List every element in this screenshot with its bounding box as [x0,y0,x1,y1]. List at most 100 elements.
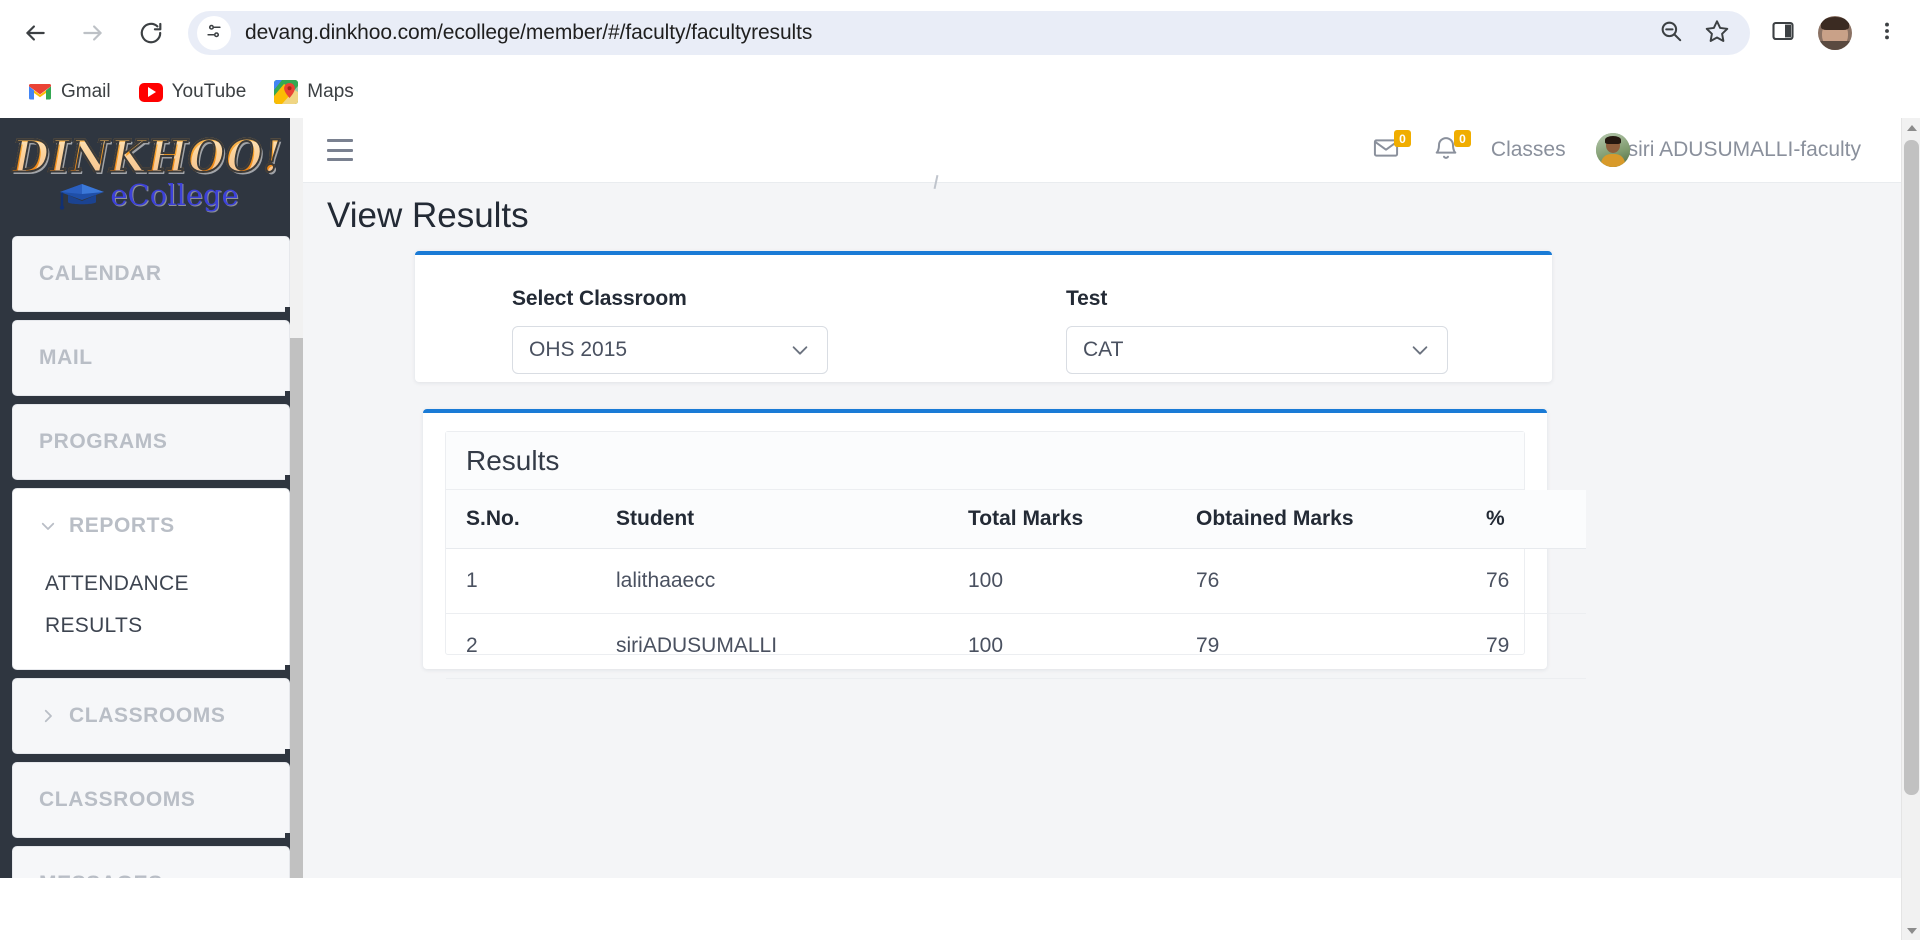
sidebar-item-attendance[interactable]: ATTENDANCE [39,563,289,605]
filter-card: Select Classroom OHS 2015 Test CAT [415,251,1552,382]
results-table: S.No. Student Total Marks Obtained Marks… [446,490,1586,679]
omnibox-actions [1656,11,1744,55]
sidebar-item-label: CLASSROOMS [39,788,196,811]
column-header-total[interactable]: Total Marks [948,490,1176,549]
app-logo[interactable]: DINKHOO! eCollege [0,130,295,226]
chevron-down-icon [39,517,57,535]
sidebar-item-label: CLASSROOMS [69,704,226,727]
chevron-right-icon [39,707,57,725]
zoom-out-icon [1658,18,1684,49]
sidebar-item-label: PROGRAMS [39,430,168,453]
google-maps-icon [274,80,299,104]
reload-button[interactable] [128,10,174,56]
profile-button[interactable] [1814,12,1856,54]
sidebar-item-messages[interactable]: MESSAGES [12,846,290,878]
reload-icon [138,20,164,46]
table-body: 1 lalithaaecc 100 76 76 2 siriADUSUMALLI… [446,548,1586,679]
classroom-select-value: OHS 2015 [529,338,628,361]
cell-student: lalithaaecc [596,548,948,614]
scroll-down-button[interactable] [1902,921,1920,940]
chrome-right-actions [1762,12,1920,54]
test-select[interactable]: CAT [1066,326,1448,374]
sidebar-scrollbar-thumb[interactable] [290,338,303,878]
sidebar-item-results[interactable]: RESULTS [39,605,289,647]
cell-total: 100 [948,548,1176,614]
sidebar-item-calendar[interactable]: CALENDAR [12,236,299,316]
browser-chrome: devang.dinkhoo.com/ecollege/member/#/fac… [0,0,1920,118]
chevron-down-icon [1906,927,1917,934]
sidebar-item-label: MAIL [39,346,93,369]
table-row[interactable]: 1 lalithaaecc 100 76 76 [446,548,1586,614]
column-header-obtained[interactable]: Obtained Marks [1176,490,1466,549]
bookmark-youtube[interactable]: YouTube [129,74,257,110]
notification-count-badge: 0 [1453,130,1471,147]
cell-percent: 76 [1466,548,1586,614]
chevron-down-icon [1409,339,1431,361]
browser-menu-button[interactable] [1866,12,1908,54]
page-scrollbar-thumb[interactable] [1904,140,1919,795]
cell-sno: 2 [446,613,596,679]
cell-percent: 79 [1466,613,1586,679]
zoom-out-button[interactable] [1656,18,1686,48]
star-icon [1704,18,1730,49]
user-name-label: siri ADUSUMALLI-faculty [1627,138,1861,161]
results-heading: Results [446,432,1524,490]
sidebar-menu: CALENDAR MAIL PROGRAMS REPORTS ATTENDANC… [12,236,299,878]
results-panel: Results S.No. Student Total Marks Obtain… [445,431,1586,679]
table-header: S.No. Student Total Marks Obtained Marks… [446,490,1586,549]
page-title: View Results [327,196,529,235]
bookmark-gmail[interactable]: Gmail [18,74,121,110]
graduation-cap-icon [56,180,108,210]
site-settings-button[interactable] [197,16,231,50]
sidebar-item-reports[interactable]: REPORTS ATTENDANCE RESULTS [12,488,299,674]
sidebar-item-label: CALENDAR [39,262,162,285]
column-header-percent[interactable]: % [1466,490,1586,549]
classroom-label: Select Classroom [512,287,687,310]
mail-count-badge: 0 [1393,130,1411,147]
bookmark-maps[interactable]: Maps [264,74,363,110]
bookmark-label: Maps [307,81,354,102]
forward-arrow-icon [80,20,106,46]
side-panel-button[interactable] [1762,12,1804,54]
column-header-sno[interactable]: S.No. [446,490,596,549]
forward-button[interactable] [70,10,116,56]
url-text: devang.dinkhoo.com/ecollege/member/#/fac… [245,21,813,44]
hamburger-menu-icon[interactable] [327,139,353,161]
sidebar-item-classrooms[interactable]: CLASSROOMS [12,762,299,842]
notifications-button[interactable]: 0 [1431,130,1471,165]
cell-student: siriADUSUMALLI [596,613,948,679]
back-arrow-icon [22,20,48,46]
gmail-icon [28,80,52,104]
header-right-actions: 0 0 Classes siri ADUSUMALLI-faculty [1371,130,1861,167]
browser-toolbar: devang.dinkhoo.com/ecollege/member/#/fac… [0,0,1920,66]
page-viewport: DINKHOO! eCollege CALENDAR MAIL PROGRAMS… [0,118,1920,940]
test-label: Test [1066,287,1108,310]
app-header: 0 0 Classes siri ADUSUMALLI-faculty [303,118,1901,183]
bookmark-label: Gmail [61,81,111,102]
table-row[interactable]: 2 siriADUSUMALLI 100 79 79 [446,613,1586,679]
profile-avatar-icon [1818,16,1852,50]
scroll-up-button[interactable] [1902,118,1920,137]
column-header-student[interactable]: Student [596,490,948,549]
mail-button[interactable]: 0 [1371,130,1411,165]
cell-obtained: 76 [1176,548,1466,614]
app-content-area: 0 0 Classes siri ADUSUMALLI-faculty View… [303,118,1901,878]
classes-link[interactable]: Classes [1491,138,1566,162]
page-scrollbar-track[interactable] [1901,118,1920,940]
address-bar[interactable]: devang.dinkhoo.com/ecollege/member/#/fac… [188,11,1750,55]
logo-main-text: DINKHOO! [11,130,283,183]
sidebar-item-programs[interactable]: PROGRAMS [12,404,299,484]
user-menu[interactable]: siri ADUSUMALLI-faculty [1595,133,1861,167]
back-button[interactable] [12,10,58,56]
sidebar-item-mail[interactable]: MAIL [12,320,299,400]
sidebar-item-classrooms-group[interactable]: CLASSROOMS [12,678,299,758]
bookmark-button[interactable] [1702,18,1732,48]
avatar [1595,133,1630,167]
test-select-value: CAT [1083,338,1124,361]
side-panel-icon [1771,19,1795,48]
classroom-field: Select Classroom OHS 2015 [512,287,828,374]
classroom-select[interactable]: OHS 2015 [512,326,828,374]
results-card: Results S.No. Student Total Marks Obtain… [423,409,1586,679]
bookmark-label: YouTube [171,81,247,102]
chevron-up-icon [1906,124,1917,131]
